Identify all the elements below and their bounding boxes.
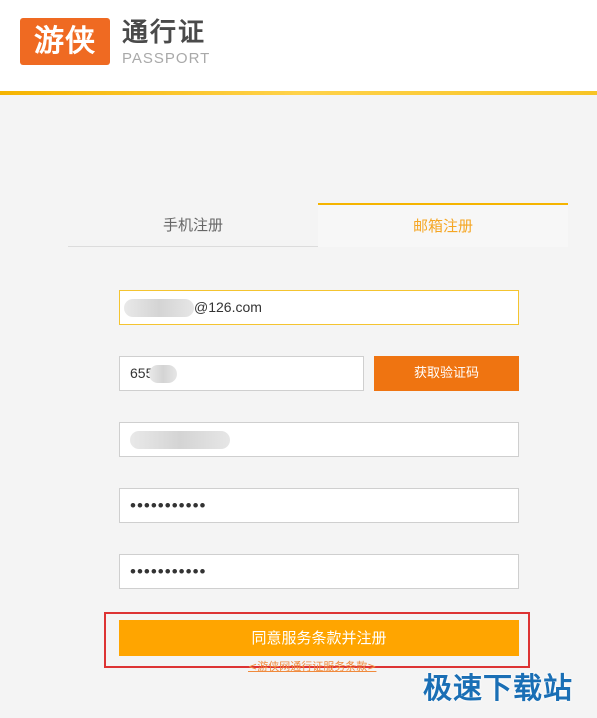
tab-email-register[interactable]: 邮箱注册 (318, 203, 568, 247)
watermark: 极速下载站 (423, 671, 574, 705)
get-verification-code-button[interactable]: 获取验证码 (374, 356, 519, 391)
redacted-text (149, 365, 178, 384)
terms-of-service-link[interactable]: <游侠网通行证服务条款> (248, 660, 376, 674)
logo: 游侠 (20, 18, 110, 65)
passport-title: 通行证 (122, 18, 207, 48)
confirm-password-mask: ••••••••••• (130, 562, 207, 581)
confirm-password-field[interactable]: ••••••••••• (119, 554, 519, 589)
passport-subtitle: PASSPORT (122, 50, 211, 67)
email-field[interactable]: @126.com (119, 290, 519, 325)
header-divider (0, 91, 597, 95)
username-field[interactable] (119, 422, 519, 457)
password-field[interactable]: ••••••••••• (119, 488, 519, 523)
redacted-text (130, 431, 230, 450)
header: 游侠 通行证 PASSPORT (0, 0, 597, 91)
tab-phone-register[interactable]: 手机注册 (68, 203, 318, 247)
redacted-text (124, 299, 194, 318)
verification-code-field[interactable]: 655 (119, 356, 364, 391)
email-value: @126.com (194, 299, 262, 315)
agree-and-register-button[interactable]: 同意服务条款并注册 (119, 620, 519, 656)
password-mask: ••••••••••• (130, 496, 207, 515)
